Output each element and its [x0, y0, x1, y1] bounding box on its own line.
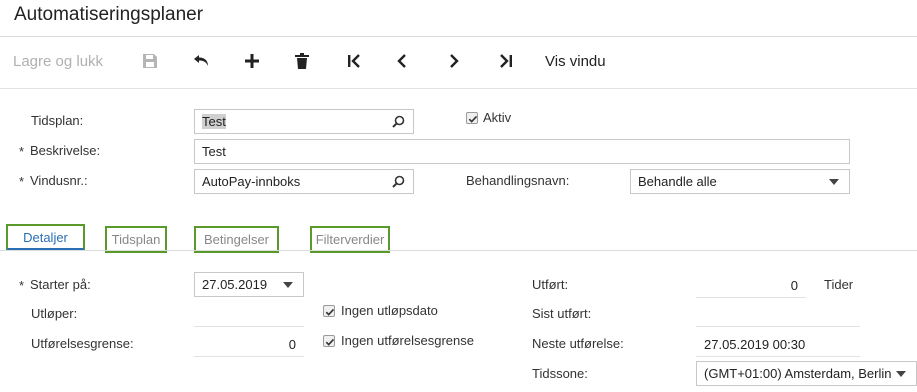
undo-icon[interactable] — [191, 37, 213, 85]
required-marker: * — [19, 174, 25, 189]
action-value: Behandle alle — [638, 174, 717, 189]
tab-filter-values[interactable]: Filterverdier — [310, 226, 390, 253]
last-executed-underline — [696, 326, 860, 327]
timezone-select[interactable]: (GMT+01:00) Amsterdam, Berlin — [696, 361, 917, 386]
toolbar: Lagre og lukk Vis vindu — [0, 37, 917, 85]
required-marker: * — [19, 144, 25, 159]
timezone-label: Tidssone: — [532, 366, 588, 381]
tab-details[interactable]: Detaljer — [6, 224, 85, 251]
schedule-value: Test — [202, 114, 226, 129]
timezone-value: (GMT+01:00) Amsterdam, Berlin — [704, 366, 892, 381]
no-exec-limit-checkbox[interactable] — [323, 335, 335, 347]
next-execution-value: 27.05.2019 00:30 — [704, 337, 806, 352]
executed-value: 0 — [790, 278, 798, 293]
executed-underline — [696, 297, 806, 298]
search-icon[interactable] — [390, 114, 406, 130]
no-expiry-label: Ingen utløpsdato — [341, 303, 438, 318]
tab-conditions[interactable]: Betingelser — [194, 226, 279, 253]
schedule-field[interactable]: Test — [194, 109, 414, 134]
times-label: Tider — [824, 277, 854, 292]
schedule-label: Tidsplan: — [31, 113, 84, 128]
description-field[interactable]: Test — [194, 139, 850, 164]
starts-label: Starter på: — [30, 277, 91, 292]
last-record-icon[interactable] — [495, 37, 517, 85]
tab-schedule[interactable]: Tidsplan — [105, 226, 167, 253]
active-label: Aktiv — [483, 110, 512, 125]
next-execution-underline — [696, 356, 860, 357]
toolbar-divider — [0, 88, 917, 89]
expires-label: Utløper: — [31, 306, 78, 321]
chevron-down-icon[interactable] — [280, 277, 296, 293]
active-checkbox[interactable] — [466, 112, 478, 124]
action-label: Behandlingsnavn: — [466, 173, 570, 188]
window-value: AutoPay-innboks — [202, 174, 301, 189]
last-executed-label: Sist utført: — [532, 306, 592, 321]
executed-label: Utført: — [532, 277, 569, 292]
starts-value: 27.05.2019 — [202, 277, 268, 292]
view-window-button[interactable]: Vis vindu — [545, 37, 606, 85]
exec-limit-underline — [194, 356, 304, 357]
action-select[interactable]: Behandle alle — [630, 169, 850, 194]
description-label: Beskrivelse: — [30, 143, 101, 158]
previous-record-icon[interactable] — [391, 37, 413, 85]
next-record-icon[interactable] — [443, 37, 465, 85]
window-label: Vindusnr.: — [30, 173, 88, 188]
chevron-down-icon[interactable] — [893, 366, 909, 382]
tabs-divider — [0, 250, 917, 251]
no-exec-limit-label: Ingen utførelsesgrense — [341, 333, 474, 348]
page-title: Automatiseringsplaner — [14, 4, 204, 25]
exec-limit-label: Utførelsesgrense: — [31, 336, 134, 351]
starts-date-field[interactable]: 27.05.2019 — [194, 272, 304, 297]
no-expiry-checkbox[interactable] — [323, 305, 335, 317]
save-close-button[interactable]: Lagre og lukk — [13, 37, 103, 85]
save-icon[interactable] — [139, 37, 161, 85]
window-field[interactable]: AutoPay-innboks — [194, 169, 414, 194]
delete-icon[interactable] — [291, 37, 313, 85]
search-icon[interactable] — [390, 174, 406, 190]
exec-limit-value[interactable]: 0 — [194, 337, 304, 352]
expires-field[interactable] — [194, 326, 304, 327]
chevron-down-icon[interactable] — [826, 174, 842, 190]
description-value: Test — [202, 144, 226, 159]
add-icon[interactable] — [241, 37, 263, 85]
required-marker: * — [19, 278, 25, 293]
first-record-icon[interactable] — [343, 37, 365, 85]
next-execution-label: Neste utførelse: — [532, 336, 624, 351]
